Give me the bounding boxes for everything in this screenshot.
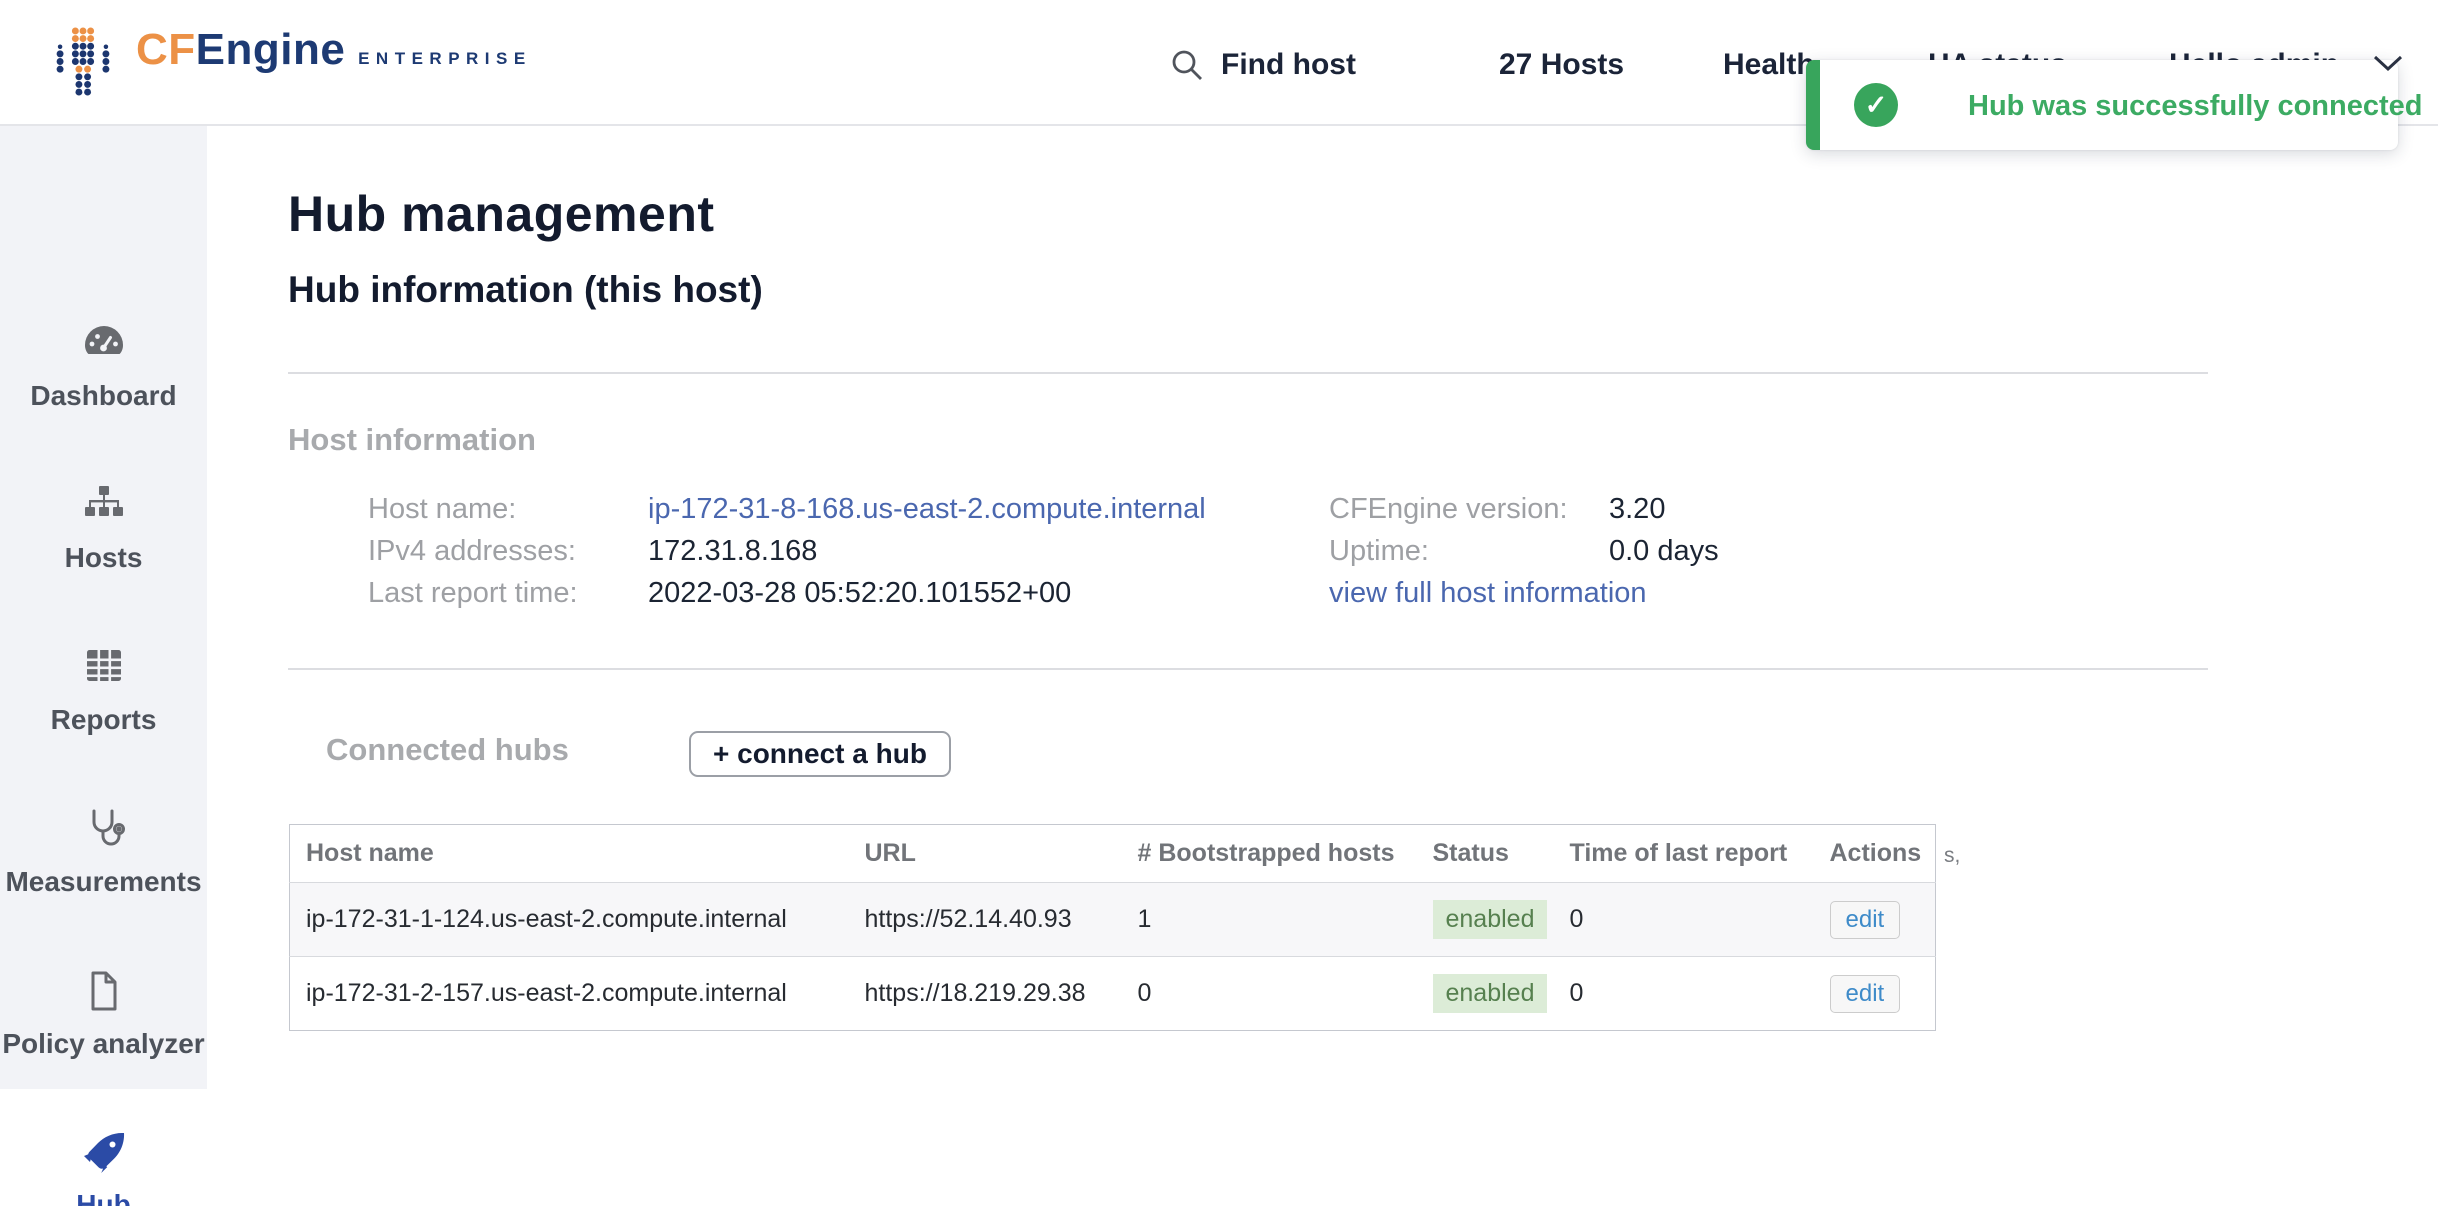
info-row: CFEngine version:3.20 — [1329, 488, 1719, 530]
toast-success: ✓ Hub was successfully connected — [1806, 60, 2398, 150]
cell-actions: edit — [1814, 957, 1936, 1031]
host-info-right-column: CFEngine version:3.20 Uptime:0.0 days vi… — [1329, 488, 1719, 614]
stethoscope-icon — [0, 806, 207, 858]
info-row: view full host information — [1329, 572, 1719, 614]
edit-button[interactable]: edit — [1830, 901, 1901, 939]
rocket-icon — [0, 1129, 207, 1181]
view-full-host-information-link[interactable]: view full host information — [1329, 577, 1647, 609]
cell-last-report: 0 — [1554, 883, 1814, 957]
table-header-row: Host name URL # Bootstrapped hosts Statu… — [290, 825, 1936, 883]
cfengine-logo[interactable]: CFEngine ENTERPRISE — [56, 26, 532, 96]
info-label: Last report time: — [368, 572, 648, 614]
status-badge: enabled — [1433, 900, 1548, 939]
cell-bootstrapped: 1 — [1122, 883, 1417, 957]
edit-button[interactable]: edit — [1830, 975, 1901, 1013]
connected-hubs-table: Host name URL # Bootstrapped hosts Statu… — [289, 824, 1936, 1031]
connect-a-hub-button[interactable]: + connect a hub — [689, 731, 951, 777]
check-circle-icon: ✓ — [1854, 83, 1898, 127]
cell-host-name: ip-172-31-1-124.us-east-2.compute.intern… — [290, 883, 849, 957]
table-row: ip-172-31-2-157.us-east-2.compute.intern… — [290, 957, 1936, 1031]
app-root: CFEngine ENTERPRISE Find host 27 Hosts H… — [0, 0, 2438, 1206]
info-label: IPv4 addresses: — [368, 530, 648, 572]
cell-last-report: 0 — [1554, 957, 1814, 1031]
sidebar-label: Hub management — [0, 1186, 207, 1206]
cell-actions: edit — [1814, 883, 1936, 957]
sidebar-label: Measurements — [0, 863, 207, 901]
divider — [288, 668, 2208, 670]
table-icon — [0, 644, 207, 696]
cfengine-logo-icon — [56, 26, 110, 96]
file-icon — [0, 968, 207, 1020]
info-label: CFEngine version: — [1329, 488, 1609, 530]
info-row: Last report time:2022-03-28 05:52:20.101… — [368, 572, 1206, 614]
sitemap-icon — [0, 482, 207, 534]
status-badge: enabled — [1433, 974, 1548, 1013]
col-time-of-last-report: Time of last report — [1554, 825, 1814, 883]
col-status: Status — [1417, 825, 1554, 883]
cell-status: enabled — [1417, 883, 1554, 957]
info-value: 172.31.8.168 — [648, 535, 817, 567]
info-row: Host name:ip-172-31-8-168.us-east-2.comp… — [368, 488, 1206, 530]
col-actions: Actions — [1814, 825, 1936, 883]
info-label: Uptime: — [1329, 530, 1609, 572]
toast-message: Hub was successfully connected — [1968, 90, 2422, 123]
sidebar-item-hosts[interactable]: Hosts — [0, 482, 207, 577]
main-content: Hub management Hub information (this hos… — [207, 124, 2438, 1206]
nav-health[interactable]: Health — [1723, 48, 1815, 82]
cell-host-name: ip-172-31-2-157.us-east-2.compute.intern… — [290, 957, 849, 1031]
cell-status: enabled — [1417, 957, 1554, 1031]
sidebar-item-policy-analyzer[interactable]: Policy analyzer — [0, 968, 207, 1063]
divider — [288, 372, 2208, 374]
nav-hosts-count[interactable]: 27 Hosts — [1499, 48, 1624, 82]
table-row: ip-172-31-1-124.us-east-2.compute.intern… — [290, 883, 1936, 957]
logo-text: CFEngine ENTERPRISE — [136, 26, 532, 74]
info-row: Uptime:0.0 days — [1329, 530, 1719, 572]
info-value: 0.0 days — [1609, 535, 1719, 567]
find-host-input[interactable]: Find host — [1221, 48, 1356, 82]
info-label: Host name: — [368, 488, 648, 530]
stray-text: s, — [1944, 844, 1960, 868]
sidebar-label: Hosts — [0, 539, 207, 577]
chevron-down-icon[interactable] — [2372, 54, 2404, 79]
sidebar-item-measurements[interactable]: Measurements — [0, 806, 207, 901]
brand-cf: CF — [136, 25, 196, 74]
connected-hubs-title: Connected hubs — [326, 732, 569, 768]
info-row: IPv4 addresses:172.31.8.168 — [368, 530, 1206, 572]
search-icon[interactable] — [1168, 46, 1206, 89]
sidebar-item-reports[interactable]: Reports — [0, 644, 207, 739]
gauge-icon — [0, 320, 207, 372]
page-title: Hub management — [288, 186, 715, 242]
host-info-left-column: Host name:ip-172-31-8-168.us-east-2.comp… — [368, 488, 1206, 614]
info-value: 2022-03-28 05:52:20.101552+00 — [648, 577, 1071, 609]
cell-bootstrapped: 0 — [1122, 957, 1417, 1031]
cell-url: https://18.219.29.38 — [849, 957, 1122, 1031]
info-value: 3.20 — [1609, 493, 1665, 525]
host-information-title: Host information — [288, 422, 536, 458]
sidebar-item-dashboard[interactable]: Dashboard — [0, 320, 207, 415]
sidebar-label: Dashboard — [0, 377, 207, 415]
col-bootstrapped-hosts: # Bootstrapped hosts — [1122, 825, 1417, 883]
col-url: URL — [849, 825, 1122, 883]
col-host-name: Host name — [290, 825, 849, 883]
sidebar-label: Policy analyzer — [0, 1025, 207, 1063]
cell-url: https://52.14.40.93 — [849, 883, 1122, 957]
brand-enterprise: ENTERPRISE — [358, 49, 532, 68]
brand-engine: Engine — [196, 25, 346, 74]
sidebar-label: Reports — [0, 701, 207, 739]
sidebar-item-hub-management[interactable]: Hub management — [0, 1089, 207, 1206]
page-subtitle: Hub information (this host) — [288, 268, 763, 312]
host-name-link[interactable]: ip-172-31-8-168.us-east-2.compute.intern… — [648, 493, 1206, 525]
sidebar: Dashboard Hosts — [0, 124, 207, 1206]
